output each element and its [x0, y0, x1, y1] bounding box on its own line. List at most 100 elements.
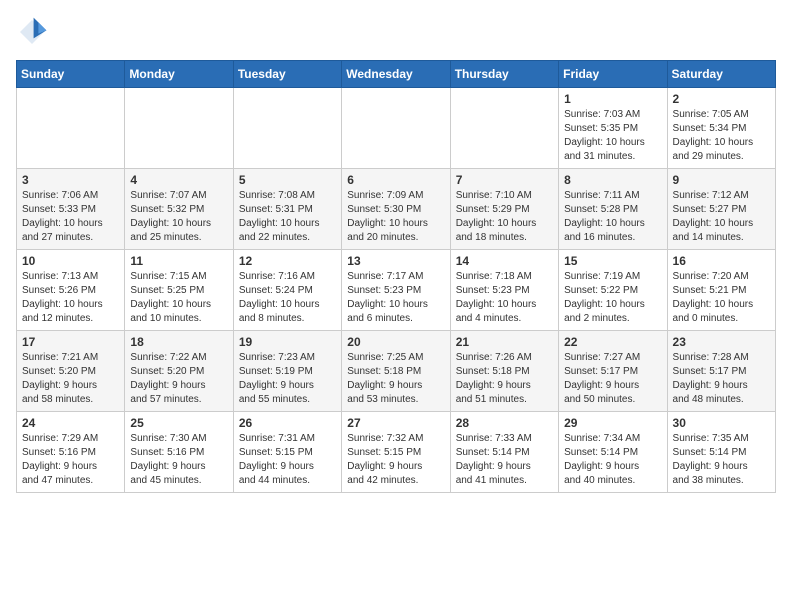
page-header [16, 16, 776, 48]
calendar-cell: 4 Sunrise: 7:07 AM Sunset: 5:32 PM Daylig… [125, 169, 233, 250]
day-info: Sunrise: 7:22 AM Sunset: 5:20 PM Dayligh… [130, 351, 227, 407]
calendar-cell: 12 Sunrise: 7:16 AM Sunset: 5:24 PM Dayli… [233, 250, 341, 331]
day-number: 17 [22, 335, 119, 349]
day-number: 30 [673, 416, 770, 430]
calendar-cell: 13 Sunrise: 7:17 AM Sunset: 5:23 PM Dayli… [342, 250, 450, 331]
day-number: 27 [347, 416, 444, 430]
calendar-cell: 11 Sunrise: 7:15 AM Sunset: 5:25 PM Dayli… [125, 250, 233, 331]
calendar-cell: 27 Sunrise: 7:32 AM Sunset: 5:15 PM Dayli… [342, 412, 450, 493]
day-number: 12 [239, 254, 336, 268]
day-number: 29 [564, 416, 661, 430]
calendar-cell [450, 88, 558, 169]
calendar-cell: 1Sunrise: 7:03 AM Sunset: 5:35 PM Daylig… [559, 88, 667, 169]
calendar-cell: 18Sunrise: 7:22 AM Sunset: 5:20 PM Dayli… [125, 331, 233, 412]
day-number: 23 [673, 335, 770, 349]
day-info: Sunrise: 7:11 AM Sunset: 5:28 PM Dayligh… [564, 189, 661, 245]
calendar-table: SundayMondayTuesdayWednesdayThursdayFrid… [16, 60, 776, 493]
calendar-week-row: 10Sunrise: 7:13 AM Sunset: 5:26 PM Dayli… [17, 250, 776, 331]
calendar-cell: 30 Sunrise: 7:35 AM Sunset: 5:14 PM Dayli… [667, 412, 775, 493]
day-info: Sunrise: 7:15 AM Sunset: 5:25 PM Dayligh… [130, 270, 227, 326]
calendar-cell: 9Sunrise: 7:12 AM Sunset: 5:27 PM Daylig… [667, 169, 775, 250]
calendar-cell [233, 88, 341, 169]
day-number: 24 [22, 416, 119, 430]
day-number: 11 [130, 254, 227, 268]
day-info: Sunrise: 7:34 AM Sunset: 5:14 PM Dayligh… [564, 432, 661, 488]
calendar-cell: 25 Sunrise: 7:30 AM Sunset: 5:16 PM Dayli… [125, 412, 233, 493]
day-number: 22 [564, 335, 661, 349]
weekday-header: Wednesday [342, 61, 450, 88]
calendar-cell: 26 Sunrise: 7:31 AM Sunset: 5:15 PM Dayli… [233, 412, 341, 493]
calendar-cell: 28Sunrise: 7:33 AM Sunset: 5:14 PM Dayli… [450, 412, 558, 493]
calendar-cell: 16 Sunrise: 7:20 AM Sunset: 5:21 PM Dayli… [667, 250, 775, 331]
day-number: 16 [673, 254, 770, 268]
calendar-cell: 19 Sunrise: 7:23 AM Sunset: 5:19 PM Dayli… [233, 331, 341, 412]
calendar-cell: 2 Sunrise: 7:05 AM Sunset: 5:34 PM Daylig… [667, 88, 775, 169]
day-info: Sunrise: 7:05 AM Sunset: 5:34 PM Dayligh… [673, 108, 770, 164]
day-number: 15 [564, 254, 661, 268]
calendar-cell: 17 Sunrise: 7:21 AM Sunset: 5:20 PM Dayli… [17, 331, 125, 412]
day-number: 5 [239, 173, 336, 187]
day-number: 14 [456, 254, 553, 268]
day-number: 7 [456, 173, 553, 187]
day-number: 19 [239, 335, 336, 349]
day-info: Sunrise: 7:20 AM Sunset: 5:21 PM Dayligh… [673, 270, 770, 326]
day-info: Sunrise: 7:32 AM Sunset: 5:15 PM Dayligh… [347, 432, 444, 488]
day-number: 21 [456, 335, 553, 349]
calendar-week-row: 3Sunrise: 7:06 AM Sunset: 5:33 PM Daylig… [17, 169, 776, 250]
day-info: Sunrise: 7:25 AM Sunset: 5:18 PM Dayligh… [347, 351, 444, 407]
calendar-cell [17, 88, 125, 169]
calendar-week-row: 17 Sunrise: 7:21 AM Sunset: 5:20 PM Dayli… [17, 331, 776, 412]
day-number: 20 [347, 335, 444, 349]
day-info: Sunrise: 7:35 AM Sunset: 5:14 PM Dayligh… [673, 432, 770, 488]
logo-icon [16, 16, 48, 48]
day-number: 25 [130, 416, 227, 430]
calendar-cell: 10Sunrise: 7:13 AM Sunset: 5:26 PM Dayli… [17, 250, 125, 331]
day-info: Sunrise: 7:28 AM Sunset: 5:17 PM Dayligh… [673, 351, 770, 407]
weekday-header: Sunday [17, 61, 125, 88]
day-info: Sunrise: 7:21 AM Sunset: 5:20 PM Dayligh… [22, 351, 119, 407]
logo [16, 16, 52, 48]
weekday-header: Monday [125, 61, 233, 88]
weekday-header: Thursday [450, 61, 558, 88]
calendar-header-row: SundayMondayTuesdayWednesdayThursdayFrid… [17, 61, 776, 88]
day-number: 6 [347, 173, 444, 187]
day-info: Sunrise: 7:29 AM Sunset: 5:16 PM Dayligh… [22, 432, 119, 488]
day-info: Sunrise: 7:18 AM Sunset: 5:23 PM Dayligh… [456, 270, 553, 326]
day-info: Sunrise: 7:08 AM Sunset: 5:31 PM Dayligh… [239, 189, 336, 245]
weekday-header: Friday [559, 61, 667, 88]
calendar-week-row: 24 Sunrise: 7:29 AM Sunset: 5:16 PM Dayli… [17, 412, 776, 493]
calendar-cell: 6Sunrise: 7:09 AM Sunset: 5:30 PM Daylig… [342, 169, 450, 250]
calendar-cell: 14 Sunrise: 7:18 AM Sunset: 5:23 PM Dayli… [450, 250, 558, 331]
day-info: Sunrise: 7:31 AM Sunset: 5:15 PM Dayligh… [239, 432, 336, 488]
day-info: Sunrise: 7:12 AM Sunset: 5:27 PM Dayligh… [673, 189, 770, 245]
day-number: 2 [673, 92, 770, 106]
calendar-cell: 20 Sunrise: 7:25 AM Sunset: 5:18 PM Dayli… [342, 331, 450, 412]
calendar-cell: 23 Sunrise: 7:28 AM Sunset: 5:17 PM Dayli… [667, 331, 775, 412]
day-info: Sunrise: 7:10 AM Sunset: 5:29 PM Dayligh… [456, 189, 553, 245]
day-info: Sunrise: 7:17 AM Sunset: 5:23 PM Dayligh… [347, 270, 444, 326]
calendar-cell [125, 88, 233, 169]
calendar-week-row: 1Sunrise: 7:03 AM Sunset: 5:35 PM Daylig… [17, 88, 776, 169]
day-number: 13 [347, 254, 444, 268]
day-info: Sunrise: 7:23 AM Sunset: 5:19 PM Dayligh… [239, 351, 336, 407]
calendar-cell: 8 Sunrise: 7:11 AM Sunset: 5:28 PM Daylig… [559, 169, 667, 250]
day-info: Sunrise: 7:07 AM Sunset: 5:32 PM Dayligh… [130, 189, 227, 245]
calendar-cell: 24 Sunrise: 7:29 AM Sunset: 5:16 PM Dayli… [17, 412, 125, 493]
day-info: Sunrise: 7:27 AM Sunset: 5:17 PM Dayligh… [564, 351, 661, 407]
day-info: Sunrise: 7:26 AM Sunset: 5:18 PM Dayligh… [456, 351, 553, 407]
day-number: 26 [239, 416, 336, 430]
calendar-cell: 3Sunrise: 7:06 AM Sunset: 5:33 PM Daylig… [17, 169, 125, 250]
day-number: 4 [130, 173, 227, 187]
day-number: 8 [564, 173, 661, 187]
calendar-cell: 7 Sunrise: 7:10 AM Sunset: 5:29 PM Daylig… [450, 169, 558, 250]
day-number: 28 [456, 416, 553, 430]
calendar-cell: 22 Sunrise: 7:27 AM Sunset: 5:17 PM Dayli… [559, 331, 667, 412]
calendar-cell: 29 Sunrise: 7:34 AM Sunset: 5:14 PM Dayli… [559, 412, 667, 493]
calendar-cell: 21 Sunrise: 7:26 AM Sunset: 5:18 PM Dayli… [450, 331, 558, 412]
calendar-cell: 5 Sunrise: 7:08 AM Sunset: 5:31 PM Daylig… [233, 169, 341, 250]
day-info: Sunrise: 7:03 AM Sunset: 5:35 PM Dayligh… [564, 108, 661, 164]
day-info: Sunrise: 7:16 AM Sunset: 5:24 PM Dayligh… [239, 270, 336, 326]
day-number: 10 [22, 254, 119, 268]
day-info: Sunrise: 7:30 AM Sunset: 5:16 PM Dayligh… [130, 432, 227, 488]
weekday-header: Saturday [667, 61, 775, 88]
